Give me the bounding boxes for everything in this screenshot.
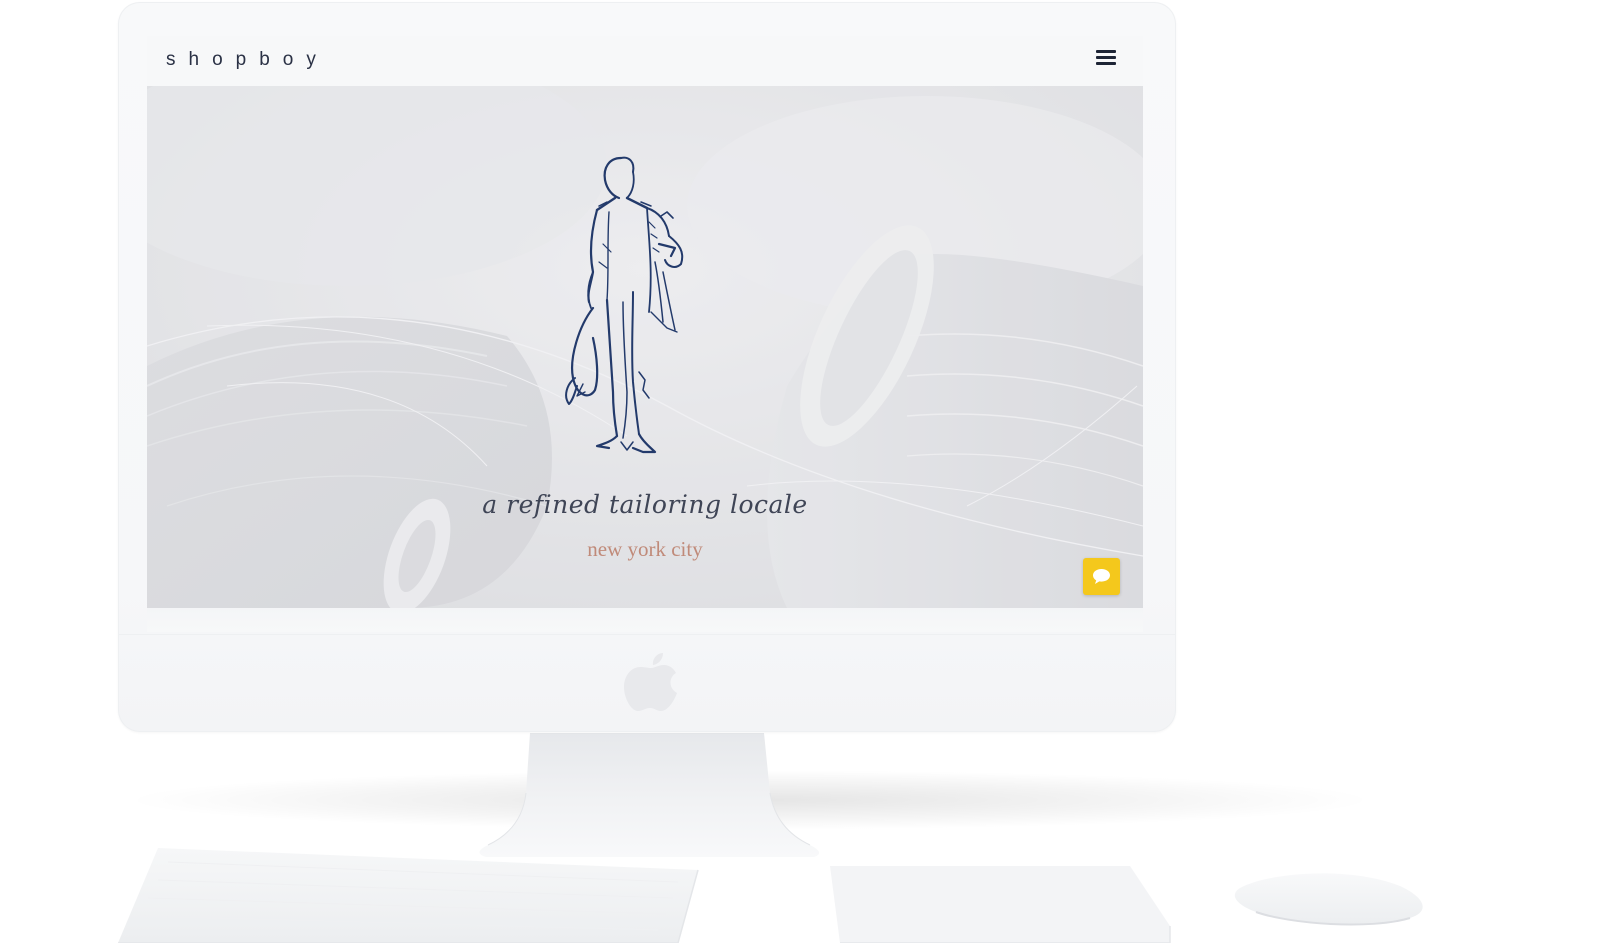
chat-button[interactable]: [1083, 558, 1120, 595]
website-screen: shopboy a refined tailoring locale new y…: [147, 36, 1143, 608]
menu-bar: [1096, 56, 1116, 59]
menu-bar: [1096, 62, 1116, 65]
hamburger-menu-icon[interactable]: [1096, 50, 1116, 68]
mouse: [1234, 873, 1423, 926]
keyboard: [118, 848, 699, 943]
chat-bubble-icon: [1093, 569, 1110, 584]
site-logo-text[interactable]: shopboy: [166, 49, 329, 71]
hero-section: a refined tailoring locale new york city: [147, 86, 1143, 608]
screen-bottom-bezel: [147, 608, 1143, 632]
trackpad: [830, 866, 1171, 943]
hero-tagline: a refined tailoring locale: [482, 490, 808, 519]
site-header: shopboy: [147, 36, 1143, 86]
apple-logo-icon: [624, 653, 677, 711]
monitor-chin-divider: [118, 634, 1176, 635]
tailor-sketch-figure: [565, 156, 684, 454]
menu-bar: [1096, 50, 1116, 53]
hero-location: new york city: [587, 537, 703, 561]
mockup-scene: shopboy a refined tailoring locale new y…: [0, 0, 1606, 943]
monitor-stand: [479, 733, 820, 857]
